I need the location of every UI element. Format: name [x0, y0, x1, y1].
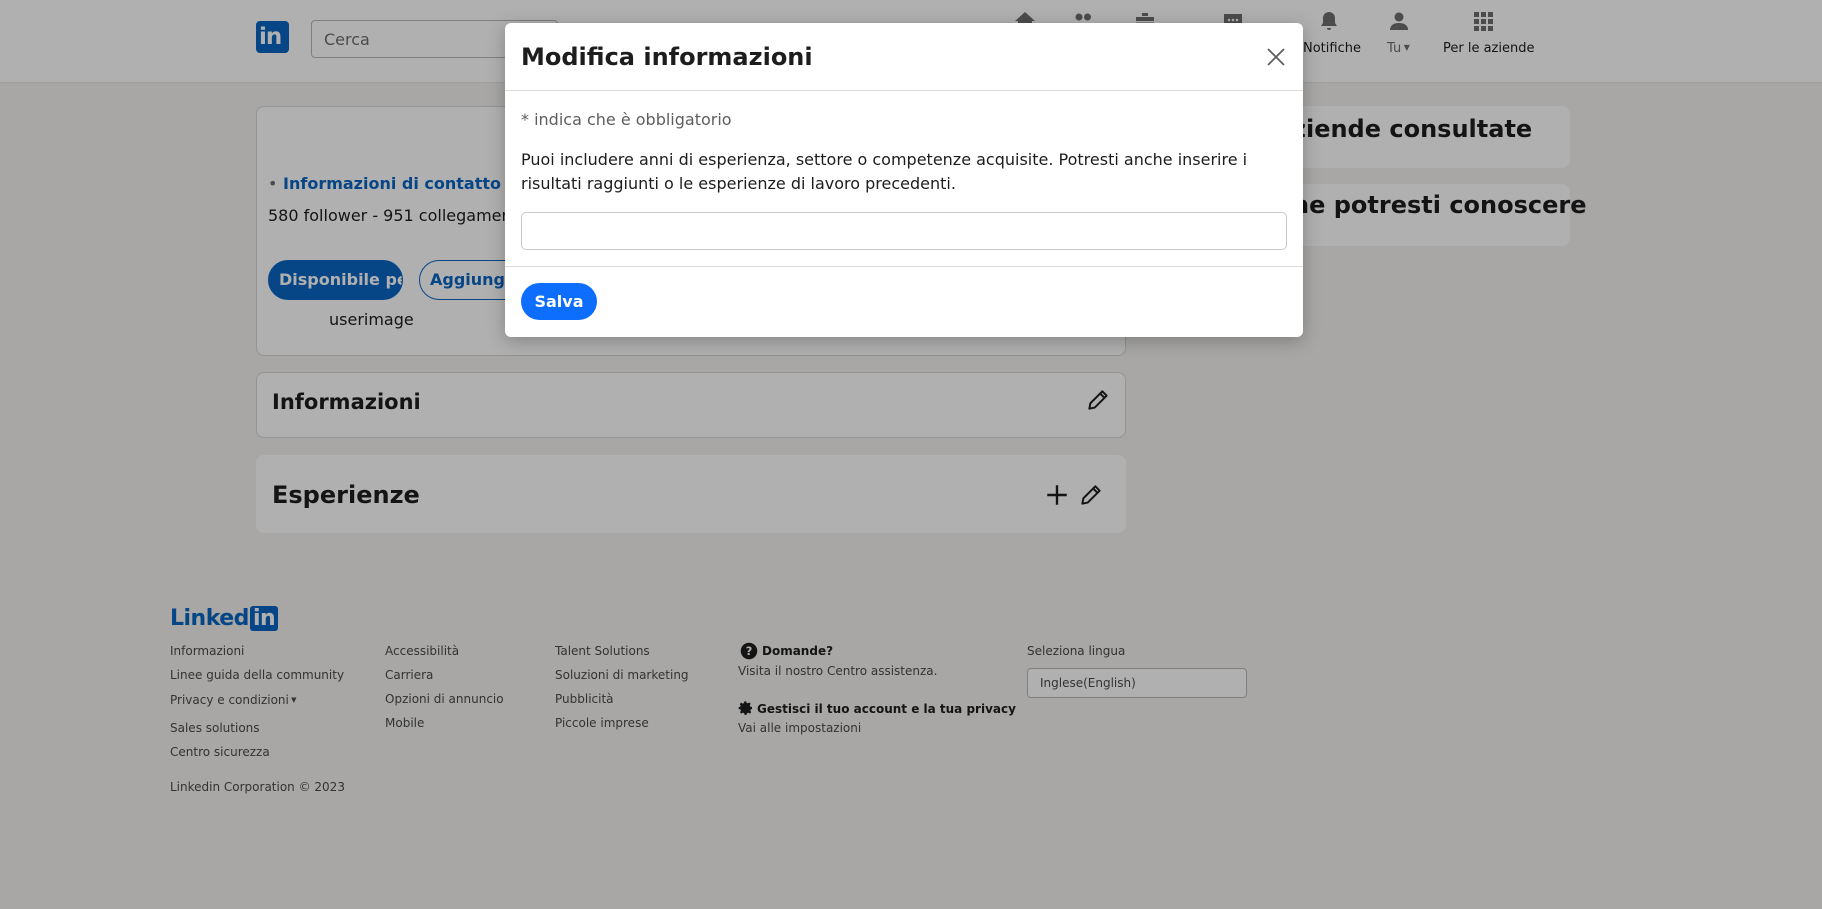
modal-header: Modifica informazioni — [505, 23, 1303, 91]
close-icon[interactable] — [1266, 47, 1286, 67]
about-text-input[interactable] — [521, 212, 1287, 250]
modal-divider — [505, 266, 1303, 267]
modal-title: Modifica informazioni — [521, 43, 813, 71]
required-fields-note: * indica che è obbligatorio — [521, 110, 732, 129]
about-description-text: Puoi includere anni di esperienza, setto… — [521, 150, 1248, 193]
edit-about-modal: Modifica informazioni * indica che è obb… — [505, 23, 1303, 337]
save-button[interactable]: Salva — [521, 283, 597, 320]
